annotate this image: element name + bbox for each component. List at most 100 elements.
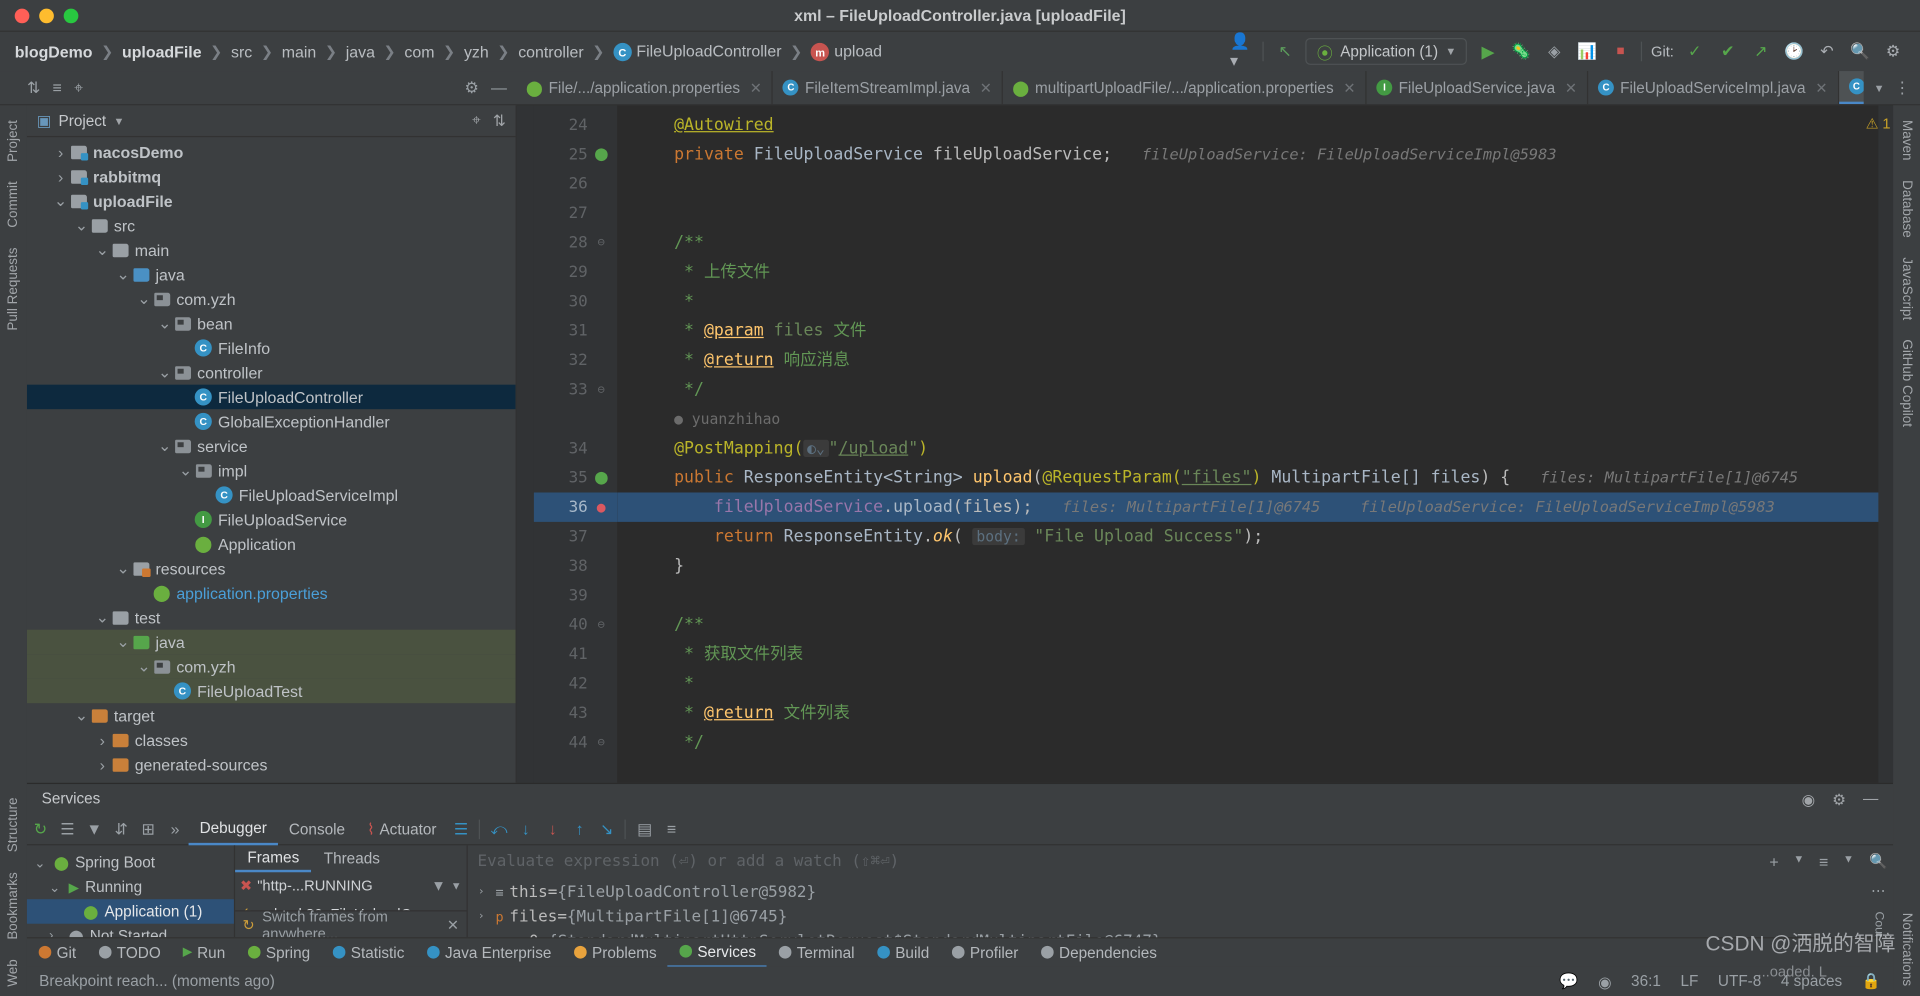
- code-line-41[interactable]: * 获取文件列表: [617, 639, 1893, 668]
- chevron-down-icon[interactable]: ⌄: [73, 706, 89, 726]
- chevron-down-icon[interactable]: ⌄: [53, 191, 69, 211]
- gutter-line-author[interactable]: [534, 404, 617, 433]
- tree-node-generated-sources[interactable]: › generated-sources: [27, 752, 516, 777]
- tree-node-service[interactable]: ⌄ service: [27, 434, 516, 459]
- user-avatar-icon[interactable]: 👤▾: [1230, 32, 1254, 70]
- stripe-button-structure[interactable]: Structure: [4, 788, 24, 862]
- code-line-26[interactable]: [617, 169, 1893, 198]
- close-icon[interactable]: ✕: [750, 79, 762, 96]
- code-line-28[interactable]: /**: [617, 228, 1893, 257]
- frames-tabs[interactable]: Frames Threads: [235, 845, 466, 873]
- tree-node-rabbitmq[interactable]: › rabbitmq: [27, 164, 516, 189]
- search-icon[interactable]: 🔍: [1869, 853, 1887, 870]
- stripe-button-javascript[interactable]: JavaScript: [1897, 248, 1917, 331]
- variable-row-this[interactable]: › ≡ this = {FileUploadController@5982}: [468, 880, 1864, 905]
- variable-row-0[interactable]: ⌄≡0 = {StandardMultipartHttpServletReque…: [468, 929, 1864, 938]
- tree-node-fileinfo[interactable]: C FileInfo: [27, 336, 516, 361]
- group-icon[interactable]: ⊞: [135, 819, 162, 839]
- code-fold-icon[interactable]: ⊖: [593, 618, 610, 631]
- bottom-tab-java-enterprise[interactable]: ⬤ Java Enterprise: [415, 938, 562, 967]
- bottom-tab-problems[interactable]: ⬤ Problems: [562, 938, 667, 967]
- tree-node-application-properties[interactable]: ⬤ application.properties: [27, 581, 516, 606]
- layout-icon[interactable]: ☰: [54, 819, 81, 839]
- select-opened-file-icon[interactable]: ⌖: [74, 78, 83, 98]
- code-line-24[interactable]: @Autowired: [617, 110, 1893, 139]
- tree-node-impl[interactable]: ⌄ impl: [27, 458, 516, 483]
- editor-code[interactable]: @Autowired private FileUploadService fil…: [617, 105, 1894, 782]
- code-fold-icon[interactable]: ⊖: [593, 383, 610, 396]
- services-settings-icon[interactable]: ◉: [1802, 790, 1815, 808]
- gutter-line-38[interactable]: 38: [534, 551, 617, 580]
- tree-node-java[interactable]: ⌄ java: [27, 262, 516, 287]
- tree-node-main[interactable]: ⌄ main: [27, 238, 516, 263]
- bottom-tab-build[interactable]: ⬤ Build: [866, 938, 941, 967]
- tree-node-java[interactable]: ⌄ java: [26, 629, 516, 655]
- gutter-line-26[interactable]: 26: [534, 169, 617, 198]
- thread-selector[interactable]: ✖ "http-...RUNNING ▼ ▼: [235, 872, 466, 899]
- code-line-40[interactable]: /**: [617, 610, 1893, 639]
- gutter-line-36[interactable]: 36 ●: [533, 492, 618, 522]
- stripe-button-pull-requests[interactable]: Pull Requests: [4, 238, 24, 341]
- code-line-29[interactable]: * 上传文件: [617, 257, 1893, 286]
- stripe-button-bookmarks[interactable]: Bookmarks: [4, 862, 24, 949]
- frames-tab-threads[interactable]: Threads: [311, 845, 392, 872]
- bottom-tool-bar[interactable]: ⬤ Git ⬤ TODO ▶ Run ⬤ Spring ⬤ Statistic ⬤ Java Ente…: [26, 937, 1894, 968]
- breadcrumb-item-blogdemo[interactable]: blogDemo: [10, 41, 98, 62]
- chevron-right-icon[interactable]: ›: [94, 731, 110, 749]
- gutter-line-31[interactable]: 31: [534, 316, 617, 345]
- gutter-line-28[interactable]: 28 ⊖: [534, 228, 617, 257]
- rerun-icon[interactable]: ↻: [27, 819, 54, 839]
- gutter-line-40[interactable]: 40 ⊖: [534, 610, 617, 639]
- gutter-line-33[interactable]: 33 ⊖: [534, 375, 617, 404]
- tree-node-fileuploadserviceimpl[interactable]: C FileUploadServiceImpl: [27, 483, 516, 508]
- editor-tab-multipartuploadfile-application-properties[interactable]: ⬤ multipartUploadFile/.../application.pro…: [1003, 71, 1367, 105]
- code-editor[interactable]: 24 25 ⬤ 26 27 28 ⊖ 29 30 31 32 33 ⊖ 34 35 ⬤ 36 ● 37 38 39 40 ⊖…: [516, 105, 1894, 783]
- debugger-tab-actuator[interactable]: ⌇ Actuator: [356, 813, 447, 845]
- undo-icon[interactable]: ↶: [1815, 39, 1839, 64]
- watch-options-icon[interactable]: ▼: [1793, 852, 1804, 870]
- settings-icon[interactable]: ▼: [1843, 852, 1854, 870]
- chevron-down-icon[interactable]: ⌄: [73, 216, 89, 236]
- bottom-tab-terminal[interactable]: ⬤ Terminal: [767, 938, 866, 967]
- settings-icon[interactable]: ≡: [658, 820, 685, 838]
- settings-icon[interactable]: ⋯: [1871, 882, 1886, 899]
- spring-bean-icon[interactable]: ⬤: [593, 471, 610, 484]
- git-history-icon[interactable]: 🕑: [1782, 39, 1806, 64]
- tree-node-com-yzh[interactable]: ⌄ com.yzh: [26, 654, 516, 679]
- gutter-line-27[interactable]: 27: [534, 198, 617, 227]
- run-to-cursor-icon[interactable]: ↘: [593, 819, 620, 839]
- chevron-right-icon[interactable]: ›: [473, 886, 490, 898]
- settings-icon[interactable]: ⚙: [1881, 39, 1905, 64]
- more-options-icon[interactable]: ⋮: [1894, 78, 1910, 98]
- chevron-down-icon[interactable]: ⌄: [178, 461, 194, 481]
- services-tree[interactable]: ⌄⬤Spring Boot⌄▶Running⬤Application (1)›⬤…: [26, 845, 236, 945]
- debugger-tab-console[interactable]: Console: [278, 813, 356, 845]
- code-line-25[interactable]: private FileUploadService fileUploadServ…: [617, 140, 1893, 169]
- code-author-annotation[interactable]: ● yuanzhihao: [617, 404, 1893, 433]
- code-line-38[interactable]: }: [617, 551, 1893, 580]
- bottom-tab-dependencies[interactable]: ⬤ Dependencies: [1029, 938, 1168, 967]
- bottom-tab-todo[interactable]: ⬤ TODO: [87, 938, 172, 967]
- chevron-right-icon[interactable]: ›: [94, 755, 110, 773]
- code-line-43[interactable]: * @return 文件列表: [617, 698, 1893, 727]
- tree-node-controller[interactable]: ⌄ controller: [27, 360, 516, 385]
- stripe-button-github-copilot[interactable]: GitHub Copilot: [1897, 330, 1917, 437]
- gutter-line-42[interactable]: 42: [534, 669, 617, 698]
- code-line-34[interactable]: @PostMapping(◐⌄ "/upload"): [617, 434, 1893, 463]
- collapse-all-icon[interactable]: ≡: [53, 78, 62, 96]
- tree-node-resources[interactable]: ⌄ resources: [27, 556, 516, 581]
- chevron-down-icon[interactable]: ⌄: [34, 855, 47, 871]
- bottom-tab-spring[interactable]: ⬤ Spring: [236, 938, 321, 967]
- caret-position[interactable]: 36:1: [1631, 973, 1661, 990]
- locate-icon[interactable]: ⌖: [472, 111, 481, 129]
- chevron-down-icon[interactable]: ⌄: [115, 265, 131, 285]
- collapse-icon[interactable]: ≡: [1819, 852, 1828, 870]
- bottom-tab-services[interactable]: ⬤ Services: [667, 938, 768, 968]
- gutter-line-44[interactable]: 44 ⊖: [534, 728, 617, 757]
- stripe-button-notifications[interactable]: Notifications: [1897, 903, 1917, 996]
- editor-tab-fileuploadserviceimpl-java[interactable]: C FileUploadServiceImpl.java ✕: [1588, 71, 1839, 105]
- debugger-tab-debugger[interactable]: Debugger: [188, 813, 278, 845]
- profile-icon[interactable]: 📊: [1575, 39, 1599, 64]
- mute-breakpoints-icon[interactable]: ☰: [447, 819, 474, 839]
- stripe-button-web[interactable]: Web: [4, 949, 24, 996]
